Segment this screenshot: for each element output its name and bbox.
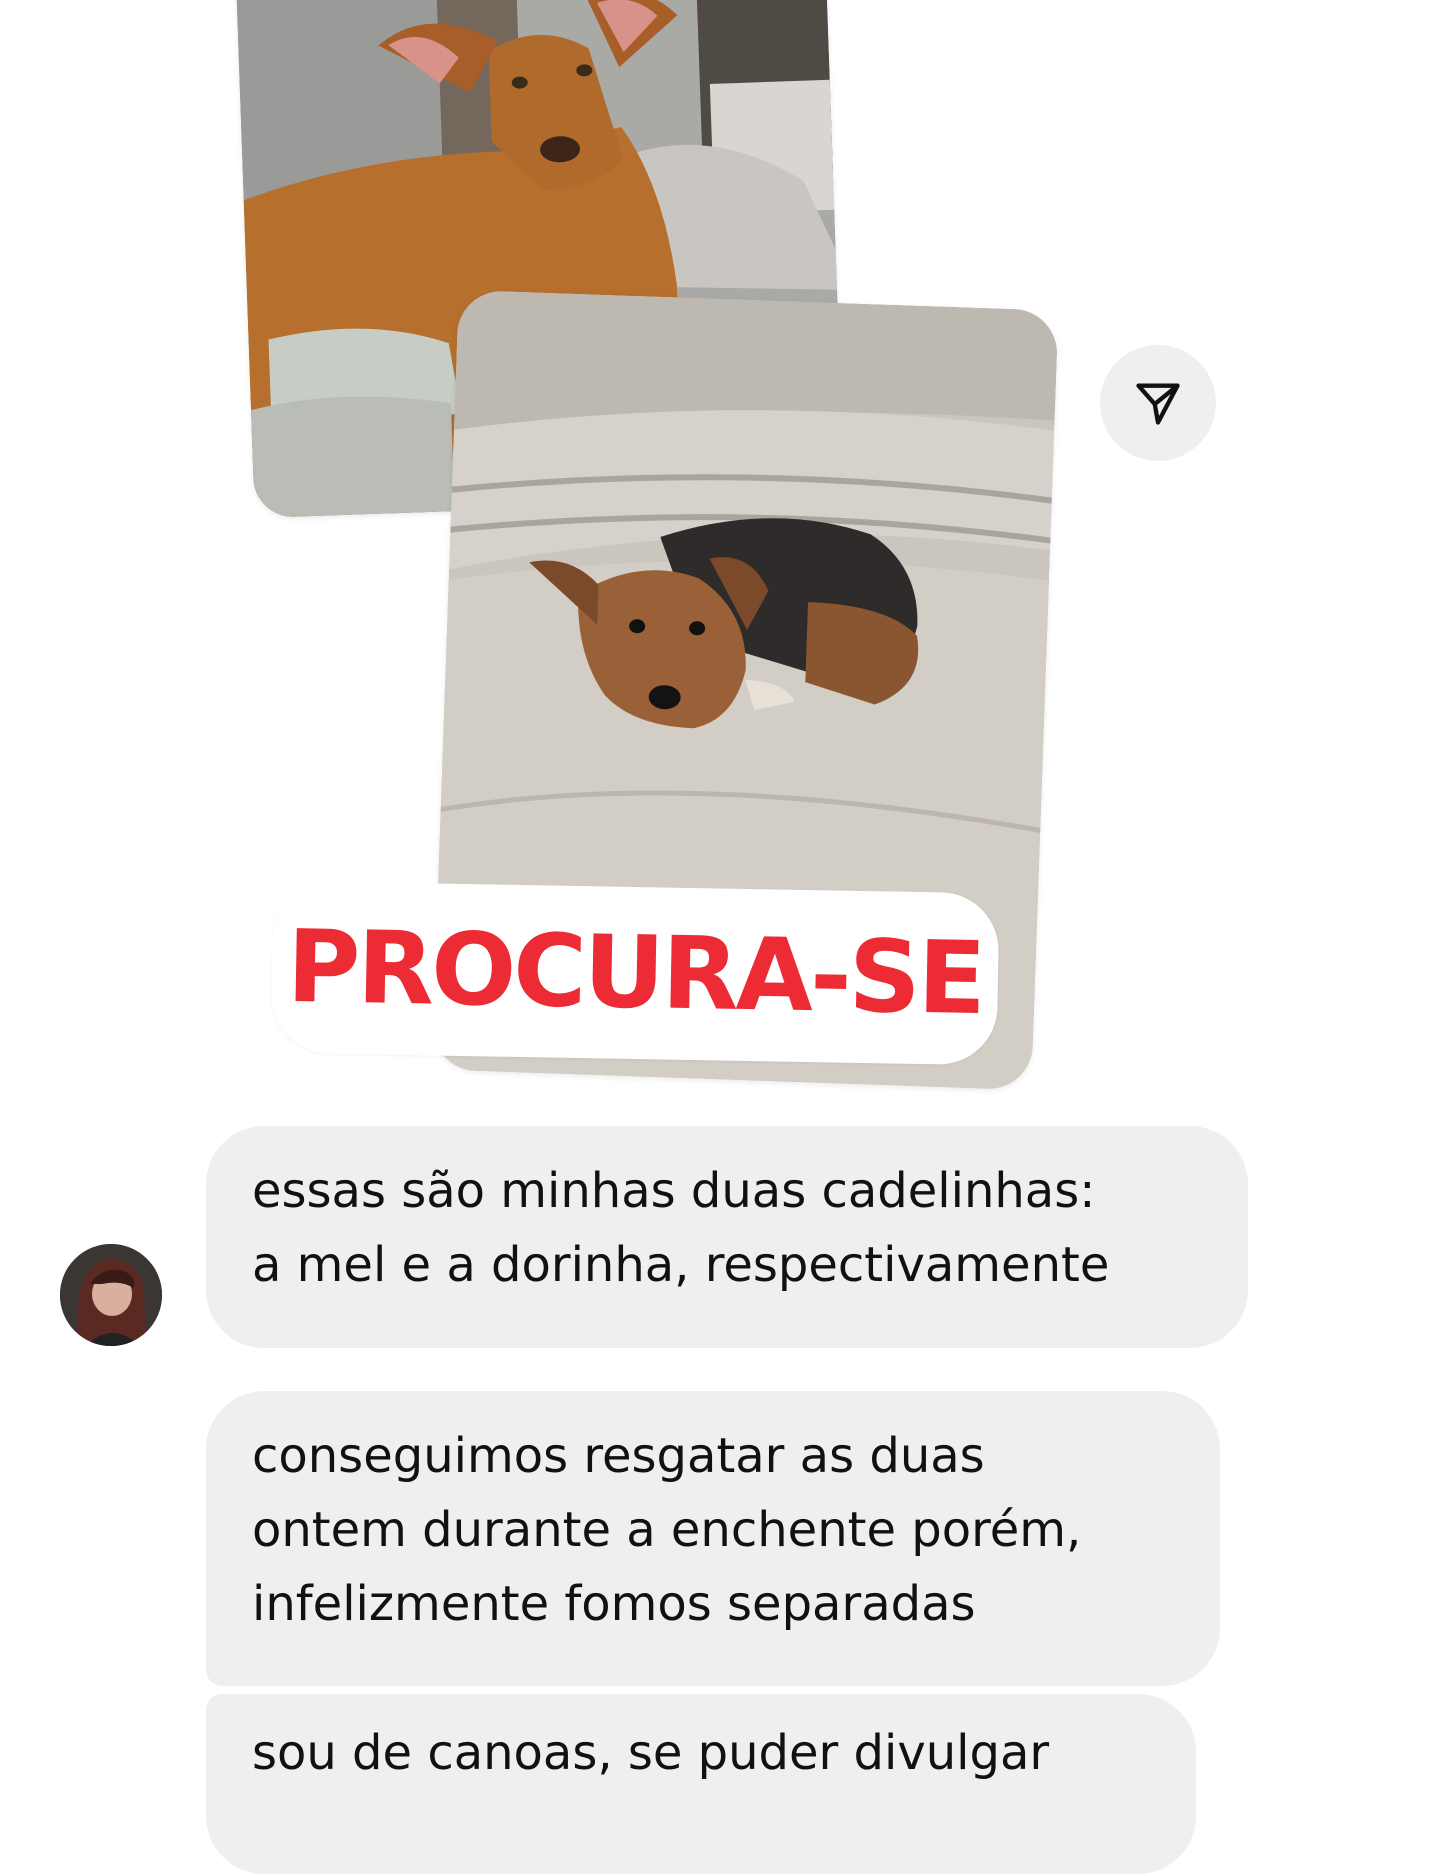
message-line: sou de canoas, se puder divulgar — [252, 1725, 1050, 1781]
message-line: infelizmente fomos separadas — [252, 1576, 976, 1632]
paper-plane-icon — [1136, 383, 1180, 425]
message-line: essas são minhas duas cadelinhas: — [252, 1163, 1096, 1219]
message-bubble[interactable]: sou de canoas, se puder divulgar — [206, 1694, 1196, 1874]
message-line: a mel e a dorinha, respectivamente — [252, 1237, 1110, 1293]
message-bubble[interactable]: essas são minhas duas cadelinhas: a mel … — [206, 1126, 1248, 1348]
message-line: ontem durante a enchente porém, — [252, 1502, 1082, 1558]
user-avatar-image — [60, 1244, 162, 1346]
sticker-text: PROCURA-SE — [285, 907, 985, 1038]
share-button[interactable] — [1100, 345, 1216, 461]
message-line: conseguimos resgatar as duas — [252, 1428, 985, 1484]
procura-se-sticker: PROCURA-SE — [270, 880, 1000, 1066]
avatar[interactable] — [60, 1244, 162, 1346]
message-bubble[interactable]: conseguimos resgatar as duas ontem duran… — [206, 1391, 1220, 1686]
